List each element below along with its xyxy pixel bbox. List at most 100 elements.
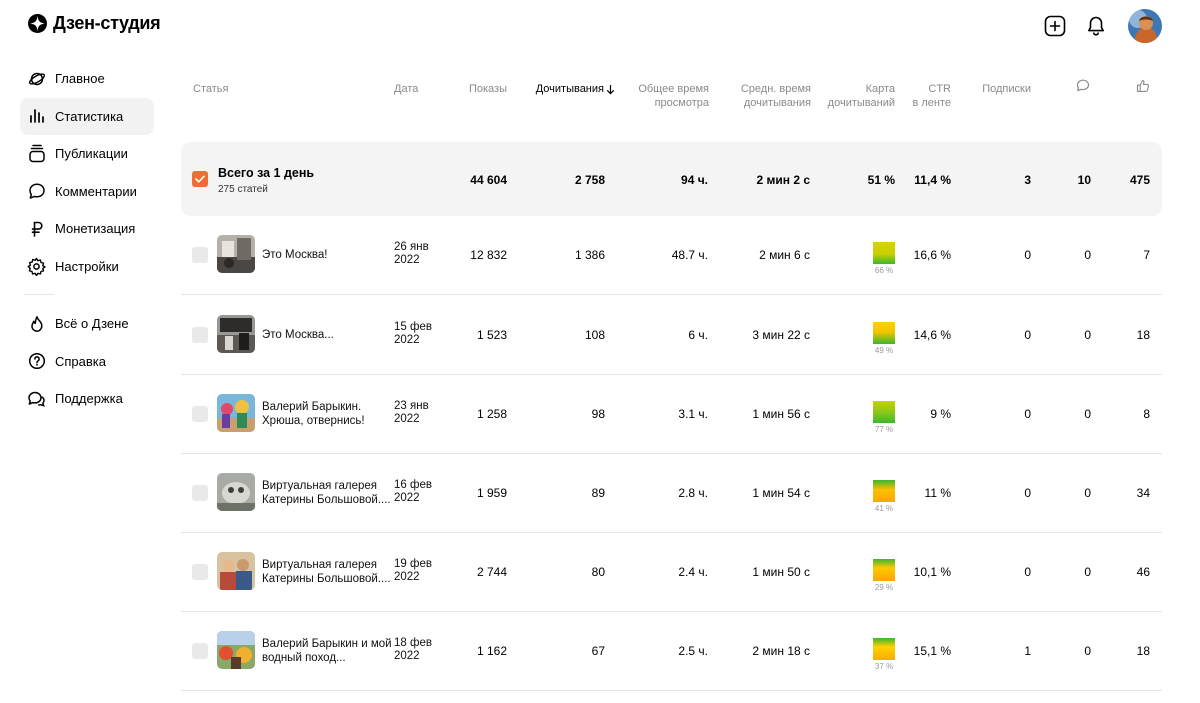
row-checkbox[interactable] (192, 327, 208, 343)
bell-icon (1087, 16, 1104, 36)
article-thumbnail[interactable] (217, 473, 255, 511)
sidebar-item-main[interactable]: Главное (20, 60, 154, 98)
sidebar-item-monetization[interactable]: Монетизация (20, 210, 154, 248)
sidebar-item-support[interactable]: Поддержка (20, 380, 154, 418)
column-header-comments[interactable] (1076, 79, 1090, 96)
sidebar-item-label: Публикации (55, 146, 128, 162)
read-map-heat-swatch[interactable] (873, 242, 895, 264)
row-subscriptions: 0 (1024, 565, 1031, 579)
article-date-day: 26 янв (394, 241, 429, 253)
column-header-read-map[interactable]: Карта дочитываний (813, 82, 895, 110)
table-row[interactable]: Валерий Барыкин. Хрюша, отвернись! 23 ян… (181, 375, 1162, 454)
row-likes: 8 (1143, 407, 1150, 421)
summary-subtitle: 275 статей (218, 184, 268, 195)
column-header-article[interactable]: Статья (193, 82, 228, 96)
read-map-heat-swatch[interactable] (873, 401, 895, 423)
row-avg-time: 3 мин 22 с (752, 328, 810, 342)
notifications-button[interactable] (1083, 14, 1108, 39)
table-row[interactable]: Это Москва! 26 янв 2022 12 832 1 386 48.… (181, 216, 1162, 295)
row-total-time: 2.8 ч. (678, 486, 708, 500)
avatar[interactable] (1128, 9, 1162, 43)
planet-icon (27, 69, 46, 88)
article-thumbnail[interactable] (217, 552, 255, 590)
select-all-checkbox[interactable] (192, 171, 208, 187)
logo[interactable]: Дзен-студия (28, 13, 161, 34)
sidebar-item-label: Поддержка (55, 391, 123, 407)
article-thumbnail[interactable] (217, 631, 255, 669)
table-row[interactable]: Виртуальная галерея Катерины Большовой..… (181, 454, 1162, 533)
column-header-ctr[interactable]: CTR в ленте (901, 82, 951, 110)
photo-thumbnail-icon (217, 315, 255, 353)
summary-subscriptions: 3 (1024, 173, 1031, 187)
read-map-percent: 37 % (874, 662, 894, 671)
sidebar-item-publications[interactable]: Публикации (20, 135, 154, 173)
article-thumbnail[interactable] (217, 235, 255, 273)
article-thumbnail[interactable] (217, 315, 255, 353)
sidebar-item-comments[interactable]: Комментарии (20, 173, 154, 211)
article-date: 23 янв 2022 (394, 400, 434, 426)
read-map-percent: 66 % (874, 266, 894, 275)
row-checkbox[interactable] (192, 564, 208, 580)
column-header-read-map-line1: Карта (865, 83, 895, 95)
column-header-reads[interactable]: Дочитывания (521, 82, 615, 96)
row-checkbox[interactable] (192, 247, 208, 263)
article-title-line2: Катерины Большовой.... (262, 494, 391, 506)
row-subscriptions: 0 (1024, 328, 1031, 342)
row-reads: 80 (591, 565, 605, 579)
sidebar-item-about-zen[interactable]: Всё о Дзене (20, 305, 154, 343)
read-map-heat-swatch[interactable] (873, 480, 895, 502)
column-header-views[interactable]: Показы (451, 82, 507, 96)
sidebar-item-help[interactable]: Справка (20, 343, 154, 381)
read-map-heat-swatch[interactable] (873, 638, 895, 660)
article-date: 19 фев 2022 (394, 558, 434, 584)
comment-icon (27, 182, 46, 201)
article-title[interactable]: Это Москва! (262, 248, 392, 262)
column-header-avg-time[interactable]: Средн. время дочитывания (725, 82, 811, 110)
row-checkbox[interactable] (192, 406, 208, 422)
row-reads: 67 (591, 644, 605, 658)
sidebar-item-label: Всё о Дзене (55, 316, 129, 332)
row-ctr: 15,1 % (913, 644, 951, 658)
article-thumbnail[interactable] (217, 394, 255, 432)
row-checkbox[interactable] (192, 485, 208, 501)
article-title-line2: водный поход... (262, 652, 346, 664)
row-total-time: 2.4 ч. (678, 565, 708, 579)
article-title[interactable]: Это Москва... (262, 328, 392, 342)
row-subscriptions: 0 (1024, 486, 1031, 500)
row-checkbox[interactable] (192, 643, 208, 659)
row-ctr: 10,1 % (913, 565, 951, 579)
article-title[interactable]: Виртуальная галерея Катерины Большовой..… (262, 558, 392, 586)
table-row[interactable]: Виртуальная галерея Катерины Большовой..… (181, 533, 1162, 612)
read-map-heat-swatch[interactable] (873, 322, 895, 344)
article-date-year: 2022 (394, 571, 420, 583)
column-header-likes[interactable] (1136, 79, 1150, 97)
sidebar-item-statistics[interactable]: Статистика (20, 97, 154, 135)
row-ctr: 16,6 % (913, 248, 951, 262)
summary-comments: 10 (1077, 173, 1091, 187)
article-title[interactable]: Валерий Барыкин и мой водный поход... (262, 637, 392, 665)
read-map-percent: 29 % (874, 583, 894, 592)
column-header-subscriptions[interactable]: Подписки (971, 82, 1031, 96)
article-date: 15 фев 2022 (394, 321, 434, 347)
row-likes: 46 (1136, 565, 1150, 579)
article-date-year: 2022 (394, 650, 420, 662)
article-title-line2: Хрюша, отвернись! (262, 415, 365, 427)
row-avg-time: 1 мин 56 с (752, 407, 810, 421)
row-avg-time: 1 мин 50 с (752, 565, 810, 579)
article-date-year: 2022 (394, 492, 420, 504)
add-publication-button[interactable] (1042, 14, 1067, 39)
article-date-day: 15 фев (394, 321, 432, 333)
row-likes: 18 (1136, 328, 1150, 342)
table-row[interactable]: Это Москва... 15 фев 2022 1 523 108 6 ч.… (181, 296, 1162, 375)
row-comments: 0 (1084, 248, 1091, 262)
table-row[interactable]: Валерий Барыкин и мой водный поход... 18… (181, 612, 1162, 691)
article-title-line1: Валерий Барыкин. (262, 401, 362, 413)
column-header-total-time[interactable]: Общее время просмотра (627, 82, 709, 110)
summary-likes: 475 (1129, 173, 1150, 187)
sidebar-item-settings[interactable]: Настройки (20, 248, 154, 286)
article-title[interactable]: Виртуальная галерея Катерины Большовой..… (262, 479, 392, 507)
article-title[interactable]: Валерий Барыкин. Хрюша, отвернись! (262, 400, 392, 428)
read-map-heat-swatch[interactable] (873, 559, 895, 581)
column-header-date[interactable]: Дата (394, 82, 418, 96)
row-subscriptions: 1 (1024, 644, 1031, 658)
